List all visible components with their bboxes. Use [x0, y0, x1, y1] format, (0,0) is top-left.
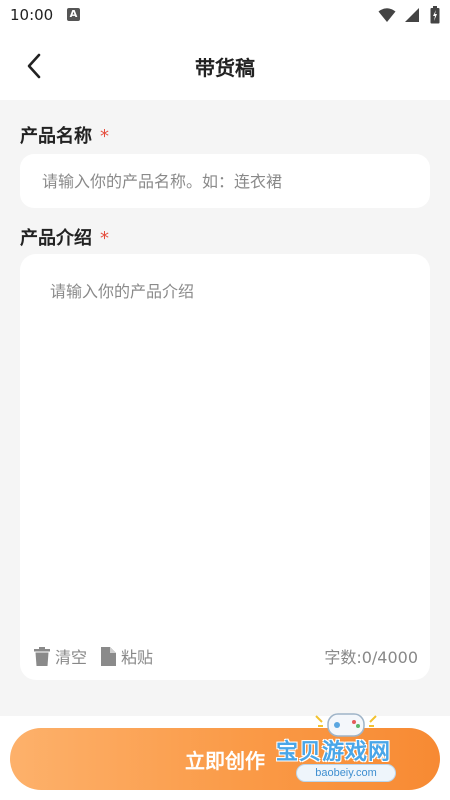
product-name-input[interactable]: [20, 154, 430, 208]
wifi-icon: [378, 8, 396, 22]
page-title: 带货稿: [195, 56, 255, 80]
battery-icon: [430, 6, 440, 24]
paste-label: 粘贴: [121, 648, 154, 667]
product-name-label: 产品名称 *: [20, 122, 109, 148]
product-name-label-text: 产品名称: [20, 126, 92, 147]
notification-icon: A: [67, 8, 80, 21]
required-mark: *: [100, 228, 109, 249]
intro-card-footer: 清空 粘贴 字数:0/4000: [34, 644, 418, 668]
product-intro-card: 清空 粘贴 字数:0/4000: [20, 254, 430, 680]
watermark-title: 宝贝游戏网: [276, 740, 392, 765]
product-intro-label-text: 产品介绍: [20, 228, 92, 249]
status-time: 10:00: [10, 6, 54, 24]
clear-label: 清空: [55, 648, 88, 667]
product-intro-label: 产品介绍 *: [20, 224, 109, 250]
paste-button[interactable]: 粘贴: [101, 644, 153, 668]
watermark-logo: 宝贝游戏网 baobeiy.com: [272, 708, 432, 788]
clear-button[interactable]: 清空: [34, 644, 87, 668]
status-bar: 10:00 A: [0, 0, 450, 32]
app-bar: 带货稿: [0, 32, 450, 100]
signal-icon: [405, 8, 419, 22]
required-mark: *: [100, 126, 109, 147]
product-intro-textarea[interactable]: [20, 254, 430, 634]
word-count: 字数:0/4000: [324, 648, 418, 667]
document-icon: [101, 646, 117, 666]
form-content: 产品名称 * 产品介绍 * 清空 粘贴 字数:0/4000: [0, 100, 450, 716]
trash-icon: [34, 646, 50, 666]
watermark-url: baobeiy.com: [296, 764, 396, 782]
